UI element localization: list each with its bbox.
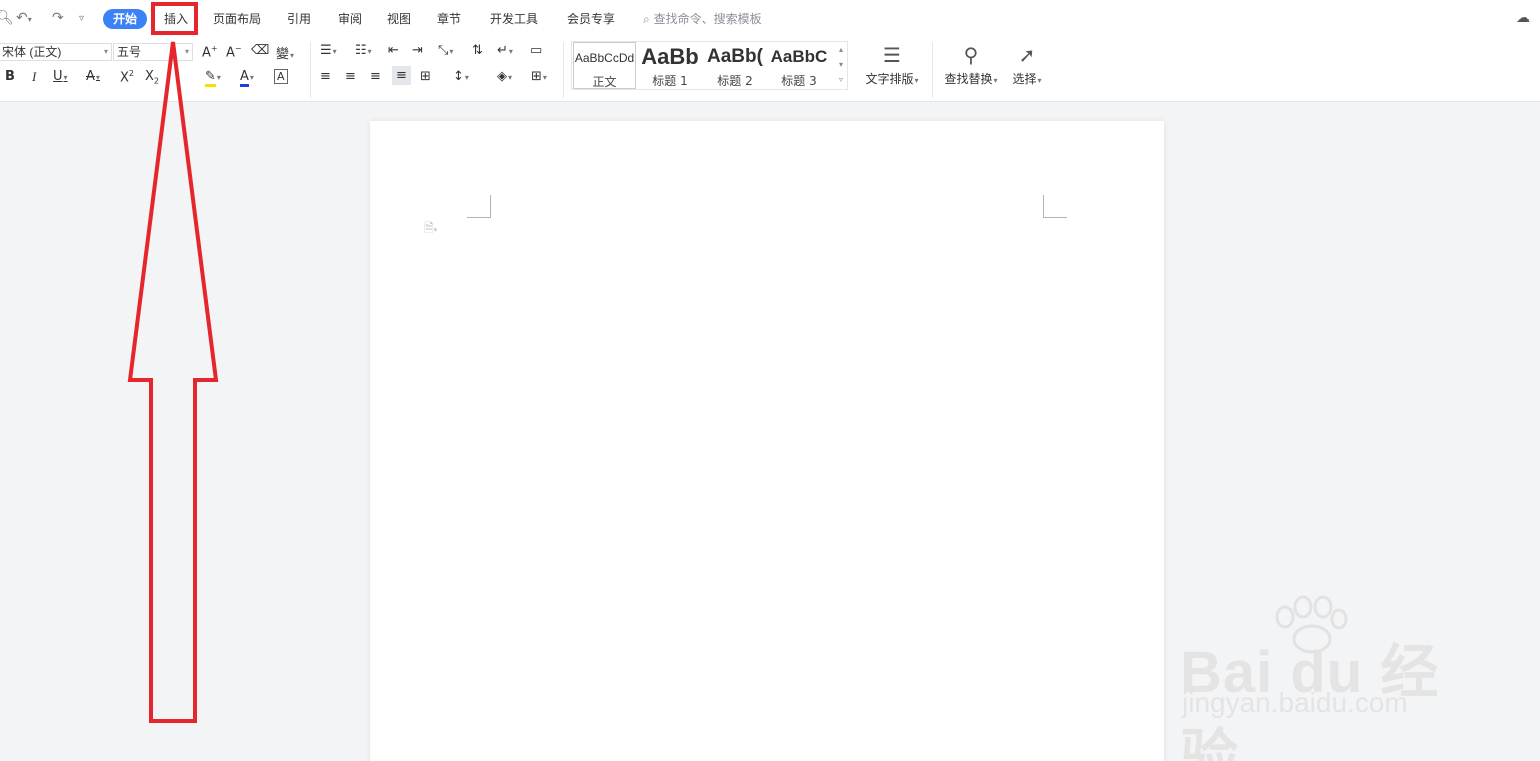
red-arrow-icon [127,41,219,723]
watermark: Bai du 经验 jingyan.baidu.com [1180,595,1460,761]
watermark-url: jingyan.baidu.com [1182,687,1408,718]
